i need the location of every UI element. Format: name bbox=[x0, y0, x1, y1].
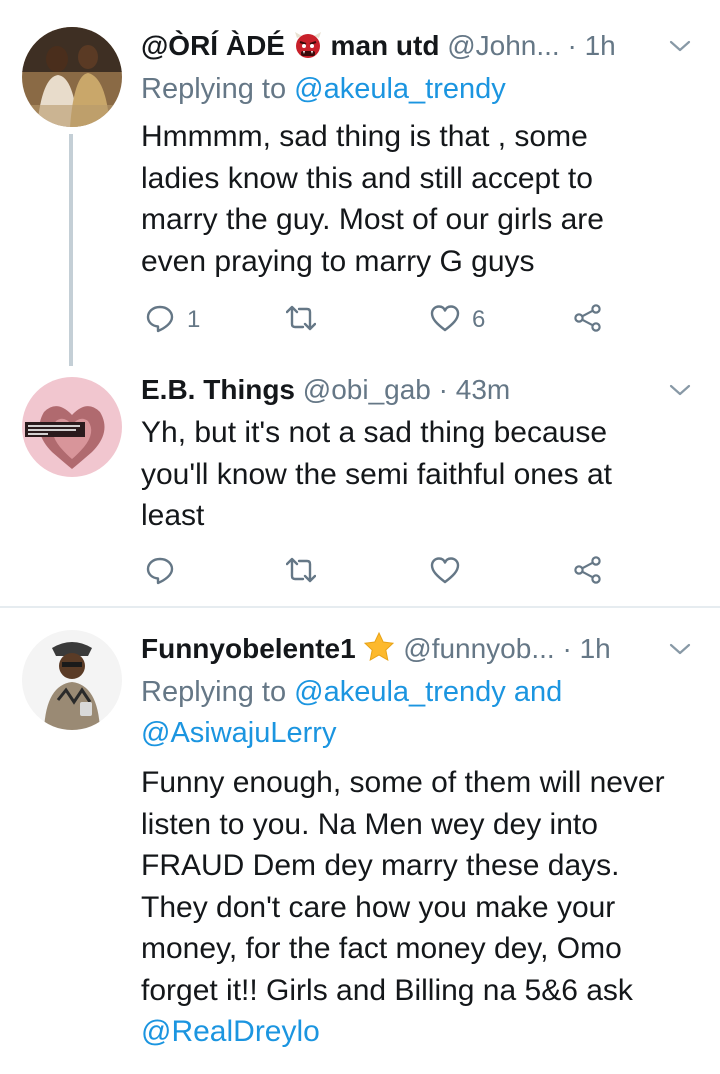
thread-line bbox=[69, 134, 73, 366]
separator-dot: · bbox=[562, 633, 572, 664]
tweet-2[interactable]: E.B. Things @obi_gab · 43m Yh, but it's … bbox=[0, 365, 720, 607]
star-icon bbox=[363, 631, 395, 674]
tweet-text-line: least bbox=[141, 499, 205, 532]
share-icon bbox=[573, 303, 603, 338]
display-name[interactable]: @ÒRÍ ÀDÉ bbox=[141, 30, 285, 61]
like-count: 6 bbox=[472, 306, 486, 333]
user-handle[interactable]: @funnyob... bbox=[403, 633, 554, 664]
retweet-icon bbox=[285, 303, 317, 338]
reply-icon bbox=[145, 303, 175, 338]
ogre-face-icon bbox=[293, 30, 323, 71]
chevron-down-icon[interactable] bbox=[668, 378, 692, 402]
replying-to: Replying to @akeula_trendy bbox=[141, 69, 506, 110]
tweet-text-line: listen to you. Na Men wey dey into bbox=[141, 807, 598, 841]
reply-count: 1 bbox=[187, 306, 201, 333]
mention-link[interactable]: @AsiwajuLerry bbox=[141, 713, 562, 754]
chevron-down-icon[interactable] bbox=[668, 34, 692, 58]
action-bar bbox=[141, 552, 701, 592]
tweet-text-line: even praying to marry G guys bbox=[141, 244, 535, 278]
timestamp[interactable]: 1h bbox=[585, 30, 616, 61]
like-button[interactable] bbox=[430, 552, 472, 592]
reply-icon bbox=[145, 555, 175, 590]
tweet-text-line: Yh, but it's not a sad thing because bbox=[141, 416, 608, 449]
user-handle[interactable]: @obi_gab bbox=[303, 374, 431, 405]
heart-icon bbox=[430, 303, 460, 338]
display-name-suffix: man utd bbox=[330, 30, 440, 61]
action-bar: 1 6 bbox=[141, 300, 701, 340]
tweet-header: Funnyobelente1 @funnyob... · 1h bbox=[141, 629, 611, 669]
separator-dot: · bbox=[567, 30, 577, 61]
tweet-text-line: FRAUD Dem dey marry these days. bbox=[141, 849, 620, 882]
avatar[interactable] bbox=[22, 630, 122, 730]
tweet-1[interactable]: @ÒRÍ ÀDÉ man utd @John... · 1h Replying … bbox=[0, 0, 720, 366]
tweet-text-line: forget it!! Girls and Billing na 5&6 ask bbox=[141, 973, 633, 1007]
tweet-text-line: Hmmmm, sad thing is that , some bbox=[141, 120, 588, 153]
display-name[interactable]: E.B. Things bbox=[141, 374, 295, 405]
mention-link[interactable]: @RealDreylo bbox=[141, 1011, 706, 1053]
replying-to: Replying to @akeula_trendy and @AsiwajuL… bbox=[141, 672, 562, 754]
display-name[interactable]: Funnyobelente1 bbox=[141, 633, 356, 664]
tweet-header: E.B. Things @obi_gab · 43m bbox=[141, 370, 510, 410]
tweet-text-line: money, for the fact money dey, Omo bbox=[141, 932, 622, 965]
tweet-text: Funny enough, some of them will never li… bbox=[141, 762, 706, 1053]
share-button[interactable] bbox=[573, 552, 603, 592]
replying-to-label: Replying to bbox=[141, 676, 287, 708]
tweet-text-line: you'll know the semi faithful ones at bbox=[141, 457, 612, 491]
share-icon bbox=[573, 555, 603, 590]
heart-icon bbox=[430, 555, 460, 590]
timestamp[interactable]: 1h bbox=[580, 633, 611, 664]
tweet-header: @ÒRÍ ÀDÉ man utd @John... · 1h bbox=[141, 26, 616, 66]
avatar[interactable] bbox=[22, 377, 122, 477]
share-button[interactable] bbox=[573, 300, 603, 340]
reply-button[interactable]: 1 bbox=[145, 300, 200, 340]
replying-to-label: Replying to bbox=[141, 73, 287, 105]
like-button[interactable]: 6 bbox=[430, 300, 485, 340]
retweet-button[interactable] bbox=[285, 552, 328, 592]
tweet-3[interactable]: Funnyobelente1 @funnyob... · 1h Replying… bbox=[0, 608, 720, 1074]
tweet-text-line: ladies know this and still accept to bbox=[141, 161, 593, 195]
reply-button[interactable] bbox=[145, 552, 187, 592]
tweet-text-line: Funny enough, some of them will never bbox=[141, 766, 665, 799]
timestamp[interactable]: 43m bbox=[456, 374, 510, 405]
retweet-button[interactable] bbox=[285, 300, 328, 340]
tweet-text: Yh, but it's not a sad thing because you… bbox=[141, 412, 706, 537]
mention-link[interactable]: @akeula_trendy bbox=[294, 73, 506, 105]
chevron-down-icon[interactable] bbox=[668, 637, 692, 661]
retweet-icon bbox=[285, 555, 317, 590]
separator-dot: · bbox=[438, 374, 448, 405]
tweet-text-line: marry the guy. Most of our girls are bbox=[141, 203, 604, 236]
mention-link[interactable]: @akeula_trendy and bbox=[294, 676, 562, 708]
tweet-text-line: They don't care how you make your bbox=[141, 890, 616, 924]
user-handle[interactable]: @John... bbox=[447, 30, 559, 61]
avatar[interactable] bbox=[22, 27, 122, 127]
tweet-text: Hmmmm, sad thing is that , some ladies k… bbox=[141, 116, 706, 282]
